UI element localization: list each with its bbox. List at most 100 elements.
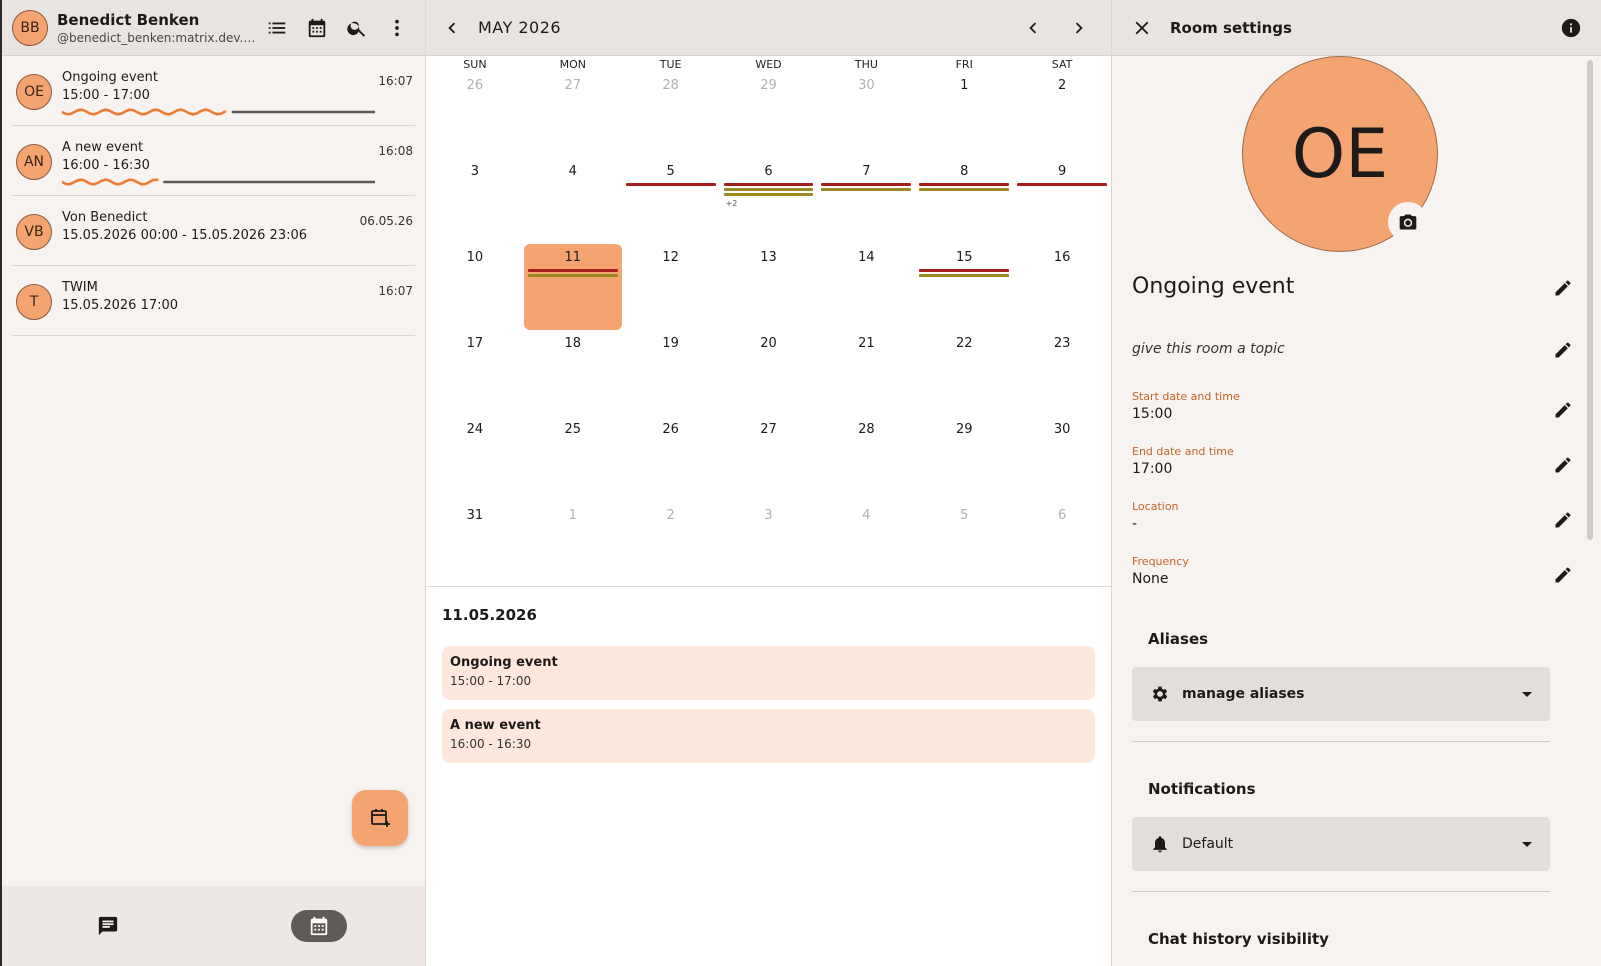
room-avatar-small: OE (16, 74, 52, 110)
divider (1132, 741, 1550, 742)
close-button[interactable] (1124, 10, 1160, 46)
calendar-day[interactable]: 25 (524, 416, 622, 502)
day-number: 2 (666, 508, 675, 523)
previous-month-button[interactable] (1015, 10, 1051, 46)
nav-calendar[interactable] (291, 910, 348, 942)
room-list-item[interactable]: AN A new event 16:00 - 16:30 16:08 (12, 126, 415, 196)
calendar-day[interactable]: 30 (1013, 416, 1111, 502)
calendar-day[interactable]: 16 (1013, 244, 1111, 330)
calendar-day[interactable]: 3 (426, 158, 524, 244)
more-vert-icon (395, 19, 399, 36)
calendar-day[interactable]: 10 (426, 244, 524, 330)
calendar-day[interactable]: 6 (1013, 502, 1111, 588)
edit-icon (1555, 567, 1571, 583)
change-avatar-button[interactable] (1388, 202, 1428, 242)
calendar-day[interactable]: 8 (915, 158, 1013, 244)
room-title: Von Benedict (62, 210, 148, 225)
edit-room-name-button[interactable] (1545, 270, 1581, 306)
room-title: A new event (62, 140, 144, 155)
calendar-day[interactable]: 3 (720, 502, 818, 588)
calendar-day[interactable]: 29 (720, 72, 818, 158)
calendar-day[interactable]: 4 (524, 158, 622, 244)
calendar-view-button[interactable] (299, 10, 335, 46)
info-button[interactable] (1553, 10, 1589, 46)
calendar-day[interactable]: 7 (817, 158, 915, 244)
calendar-day[interactable]: 22 (915, 330, 1013, 416)
calendar-day[interactable]: 20 (720, 330, 818, 416)
calendar-day[interactable]: 12 (622, 244, 720, 330)
calendar-day[interactable]: 28 (817, 416, 915, 502)
calendar-day[interactable]: 2 (1013, 72, 1111, 158)
back-button[interactable] (434, 10, 470, 46)
calendar-day[interactable]: 24 (426, 416, 524, 502)
calendar-day[interactable]: 13 (720, 244, 818, 330)
calendar-day[interactable]: 27 (524, 72, 622, 158)
edit-topic-button[interactable] (1545, 332, 1581, 368)
event-time: 15:00 - 17:00 (450, 674, 532, 688)
end-time-field: End date and time 17:00 (1132, 445, 1581, 485)
room-subtitle: 15:00 - 17:00 (62, 88, 150, 103)
calendar-day[interactable]: 26 (426, 72, 524, 158)
more-options-button[interactable] (379, 10, 415, 46)
list-view-button[interactable] (259, 10, 295, 46)
divider (426, 586, 1111, 587)
day-number: 3 (764, 508, 773, 523)
calendar-day[interactable]: 9 (1013, 158, 1111, 244)
notifications-dropdown[interactable]: Default (1132, 817, 1550, 871)
calendar-day[interactable]: 5 (622, 158, 720, 244)
calendar-day[interactable]: 5 (915, 502, 1013, 588)
new-event-button[interactable] (352, 790, 408, 846)
calendar-day[interactable]: 4 (817, 502, 915, 588)
calendar-day[interactable]: 18 (524, 330, 622, 416)
end-time-value: 17:00 (1132, 461, 1173, 477)
calendar-week: 10 11 12 13 14 15 16 (426, 244, 1111, 330)
event-time: 16:00 - 16:30 (450, 737, 532, 751)
day-number: 7 (862, 164, 871, 179)
event-indicator (919, 269, 1010, 272)
calendar-day[interactable]: 15 (915, 244, 1013, 330)
day-number: 20 (760, 336, 777, 351)
bottom-navigation (2, 886, 425, 966)
room-avatar-small: VB (16, 214, 52, 250)
calendar-day-selected[interactable]: 11 (523, 244, 622, 330)
room-list-item[interactable]: VB Von Benedict 15.05.2026 00:00 - 15.05.2… (12, 196, 415, 266)
weekday-label: MON (559, 58, 586, 71)
room-list-item[interactable]: OE Ongoing event 15:00 - 17:00 16:07 (12, 56, 415, 126)
calendar-day[interactable]: 27 (720, 416, 818, 502)
event-card[interactable]: A new event 16:00 - 16:30 (442, 709, 1095, 763)
edit-location-button[interactable] (1545, 502, 1581, 538)
calendar-day[interactable]: 31 (426, 502, 524, 588)
calendar-day[interactable]: 29 (915, 416, 1013, 502)
calendar-day[interactable]: 17 (426, 330, 524, 416)
calendar-day[interactable]: 1 (524, 502, 622, 588)
calendar-day[interactable]: 23 (1013, 330, 1111, 416)
calendar-day[interactable]: 21 (817, 330, 915, 416)
settings-scrollbar[interactable] (1587, 60, 1593, 540)
edit-frequency-button[interactable] (1545, 557, 1581, 593)
divider (1132, 891, 1550, 892)
user-avatar[interactable]: BB (12, 9, 48, 46)
user-name: Benedict Benken (57, 10, 200, 29)
calendar-day[interactable]: 14 (817, 244, 915, 330)
edit-start-time-button[interactable] (1545, 392, 1581, 428)
next-month-button[interactable] (1061, 10, 1097, 46)
room-list-item[interactable]: T TWIM 15.05.2026 17:00 16:07 (12, 266, 415, 336)
room-subtitle: 16:00 - 16:30 (62, 158, 150, 173)
search-icon (347, 21, 366, 37)
manage-aliases-dropdown[interactable]: manage aliases (1132, 667, 1550, 721)
calendar-day[interactable]: 1 (915, 72, 1013, 158)
room-name: Ongoing event (1132, 274, 1295, 299)
calendar-day[interactable]: 19 (622, 330, 720, 416)
day-detail: 11.05.2026 Ongoing event 15:00 - 17:00 A n… (442, 606, 1095, 772)
calendar-day[interactable]: 30 (817, 72, 915, 158)
camera-icon (1399, 214, 1417, 230)
calendar-day[interactable]: 26 (622, 416, 720, 502)
event-card[interactable]: Ongoing event 15:00 - 17:00 (442, 646, 1095, 700)
search-button[interactable] (339, 10, 375, 46)
edit-end-time-button[interactable] (1545, 447, 1581, 483)
nav-chats[interactable] (80, 910, 136, 942)
room-avatar-small: AN (16, 144, 52, 180)
calendar-day[interactable]: 6 +2 (720, 158, 818, 244)
calendar-day[interactable]: 2 (622, 502, 720, 588)
calendar-day[interactable]: 28 (622, 72, 720, 158)
